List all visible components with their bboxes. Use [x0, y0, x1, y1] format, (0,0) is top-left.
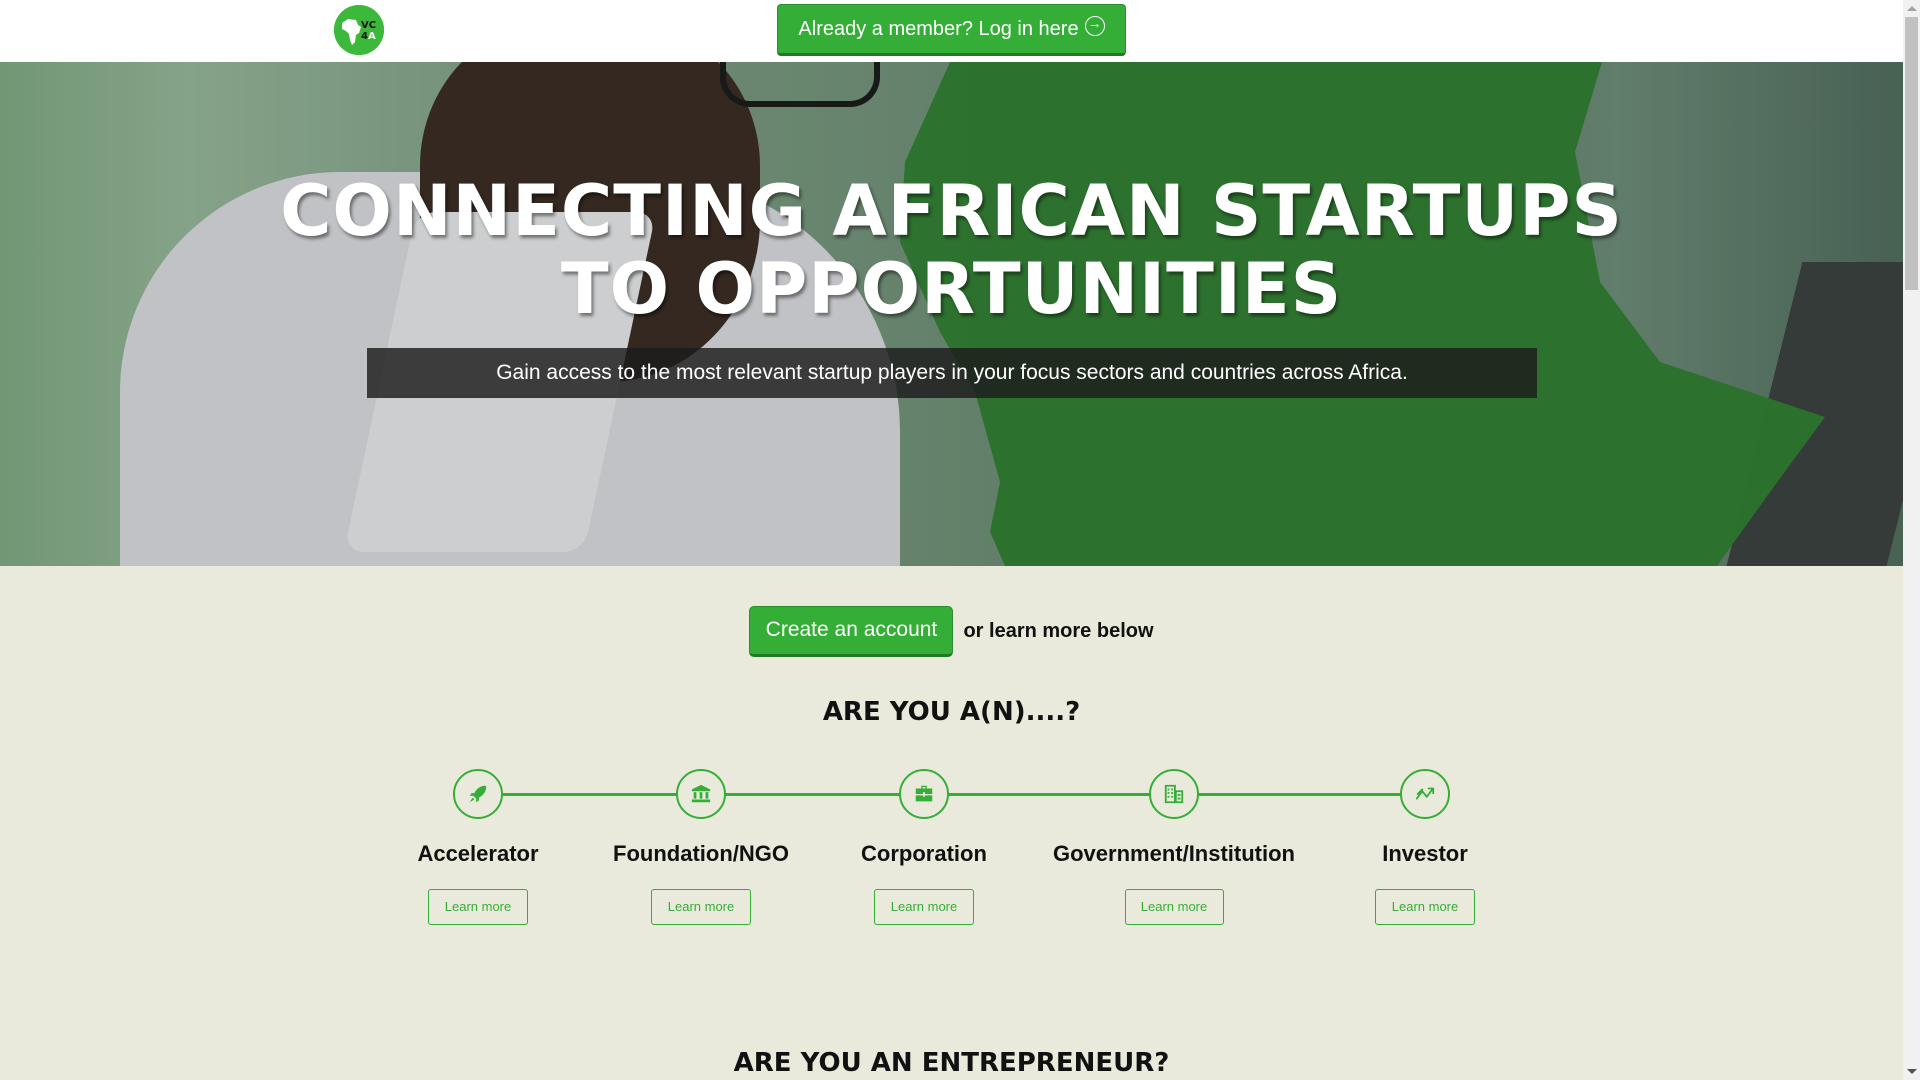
- scrollbar-thumb[interactable]: [1905, 17, 1918, 290]
- briefcase-icon: [915, 785, 933, 802]
- learn-more-corporation-button[interactable]: Learn more: [874, 889, 974, 925]
- rocket-icon: [469, 785, 487, 803]
- vc4a-logo[interactable]: VC 4 A: [334, 5, 384, 55]
- site-header: VC 4 A Already a member? Log in here: [0, 0, 1903, 62]
- role-foundation-icon-button[interactable]: [676, 769, 726, 819]
- learn-more-foundation-button[interactable]: Learn more: [651, 889, 751, 925]
- learn-more-investor-button[interactable]: Learn more: [1375, 889, 1475, 925]
- svg-text:VC: VC: [361, 20, 376, 31]
- bank-icon: [691, 784, 711, 803]
- learn-more-accelerator-button[interactable]: Learn more: [428, 889, 528, 925]
- hero-headline: CONNECTING AFRICAN STARTUPS TO OPPORTUNI…: [0, 172, 1903, 328]
- hero-subtitle-text: Gain access to the most relevant startup…: [496, 361, 1408, 384]
- hero-headline-line2: TO OPPORTUNITIES: [560, 248, 1343, 330]
- vertical-scrollbar[interactable]: [1903, 0, 1920, 1080]
- arrow-circle-right-icon: [1084, 15, 1105, 36]
- africa-logo-icon: VC 4 A: [334, 5, 384, 55]
- building-icon: [1164, 784, 1184, 804]
- roles-section-title: ARE YOU A(N)....?: [822, 697, 1081, 727]
- svg-text:4: 4: [361, 31, 368, 42]
- scroll-up-arrow-icon[interactable]: [1907, 6, 1917, 11]
- svg-text:A: A: [368, 31, 376, 42]
- role-corporation-icon-button[interactable]: [899, 769, 949, 819]
- entrepreneur-section-title: ARE YOU AN ENTREPRENEUR?: [733, 1048, 1170, 1078]
- cta-secondary-text: or learn more below: [963, 619, 1154, 642]
- hero-headline-line1: CONNECTING AFRICAN STARTUPS: [280, 170, 1623, 252]
- role-accelerator-icon-button[interactable]: [453, 769, 503, 819]
- role-investor: Investor Learn more: [1275, 769, 1575, 925]
- page: VC 4 A Already a member? Log in here CON…: [0, 0, 1903, 1080]
- hero-banner: CONNECTING AFRICAN STARTUPS TO OPPORTUNI…: [0, 62, 1903, 566]
- hero-subtitle: Gain access to the most relevant startup…: [367, 348, 1537, 398]
- role-government-icon-button[interactable]: [1149, 769, 1199, 819]
- scroll-down-arrow-icon[interactable]: [1907, 1069, 1917, 1074]
- create-account-button[interactable]: Create an account: [749, 605, 954, 657]
- role-investor-label: Investor: [1382, 841, 1468, 866]
- learn-more-government-button[interactable]: Learn more: [1124, 889, 1224, 925]
- trend-chart-icon: [1415, 787, 1435, 800]
- login-button[interactable]: Already a member? Log in here: [777, 4, 1126, 56]
- login-button-label: Already a member? Log in here: [798, 17, 1079, 40]
- cta-row: Create an account or learn more below: [0, 605, 1903, 657]
- role-investor-icon-button[interactable]: [1400, 769, 1450, 819]
